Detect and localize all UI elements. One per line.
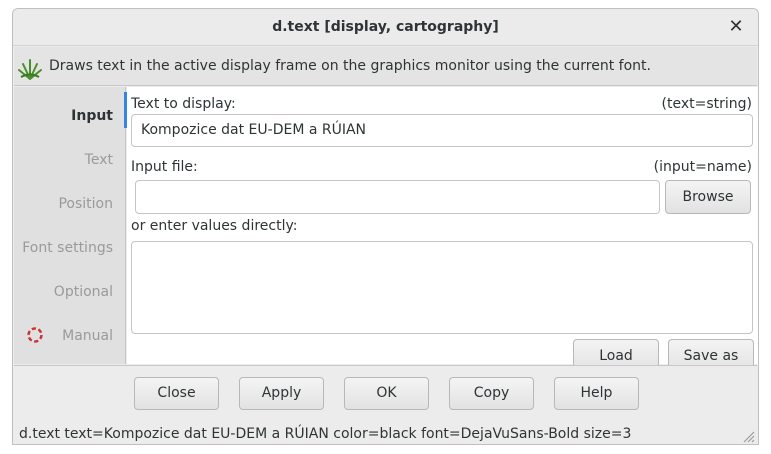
input-panel: Text to display: (text=string) Kompozice… (127, 87, 758, 373)
ok-button[interactable]: OK (344, 377, 429, 410)
direct-values-label: or enter values directly: (131, 218, 298, 234)
tab-position[interactable]: Position (58, 196, 113, 212)
action-button-bar: Close Apply OK Copy Help (14, 365, 757, 425)
close-window-button[interactable]: ✕ (725, 15, 747, 39)
description-bar: Draws text in the active display frame o… (14, 47, 757, 86)
tab-text[interactable]: Text (85, 152, 113, 168)
copy-button[interactable]: Copy (449, 377, 534, 410)
browse-button[interactable]: Browse (665, 180, 751, 214)
input-file-field[interactable] (135, 180, 660, 214)
tab-font-settings[interactable]: Font settings (22, 240, 113, 256)
window-title: d.text [display, cartography] (272, 19, 499, 35)
text-param-key: (text=string) (661, 96, 752, 112)
text-to-display-input[interactable]: Kompozice dat EU-DEM a RÚIAN (131, 114, 753, 147)
command-preview: d.text text=Kompozice dat EU-DEM a RÚIAN… (19, 426, 632, 442)
close-button[interactable]: Close (134, 377, 219, 410)
resize-grip-icon[interactable] (741, 429, 755, 443)
module-description: Draws text in the active display frame o… (49, 58, 651, 74)
tab-sidebar: Input Text Position Font settings Option… (14, 87, 126, 364)
direct-values-textarea[interactable] (131, 241, 753, 334)
tab-input[interactable]: Input (71, 108, 113, 124)
tab-optional[interactable]: Optional (54, 284, 113, 300)
status-bar: d.text text=Kompozice dat EU-DEM a RÚIAN… (14, 425, 757, 444)
lifebuoy-icon (27, 327, 43, 343)
help-button[interactable]: Help (554, 377, 639, 410)
title-bar[interactable]: d.text [display, cartography] ✕ (13, 9, 758, 46)
input-file-label: Input file: (131, 159, 198, 175)
text-to-display-label: Text to display: (131, 96, 236, 112)
dialog-window: d.text [display, cartography] ✕ Draws te… (12, 8, 759, 445)
apply-button[interactable]: Apply (239, 377, 324, 410)
input-file-param-key: (input=name) (653, 159, 752, 175)
grass-logo-icon (18, 59, 42, 80)
tab-manual[interactable]: Manual (62, 328, 113, 344)
